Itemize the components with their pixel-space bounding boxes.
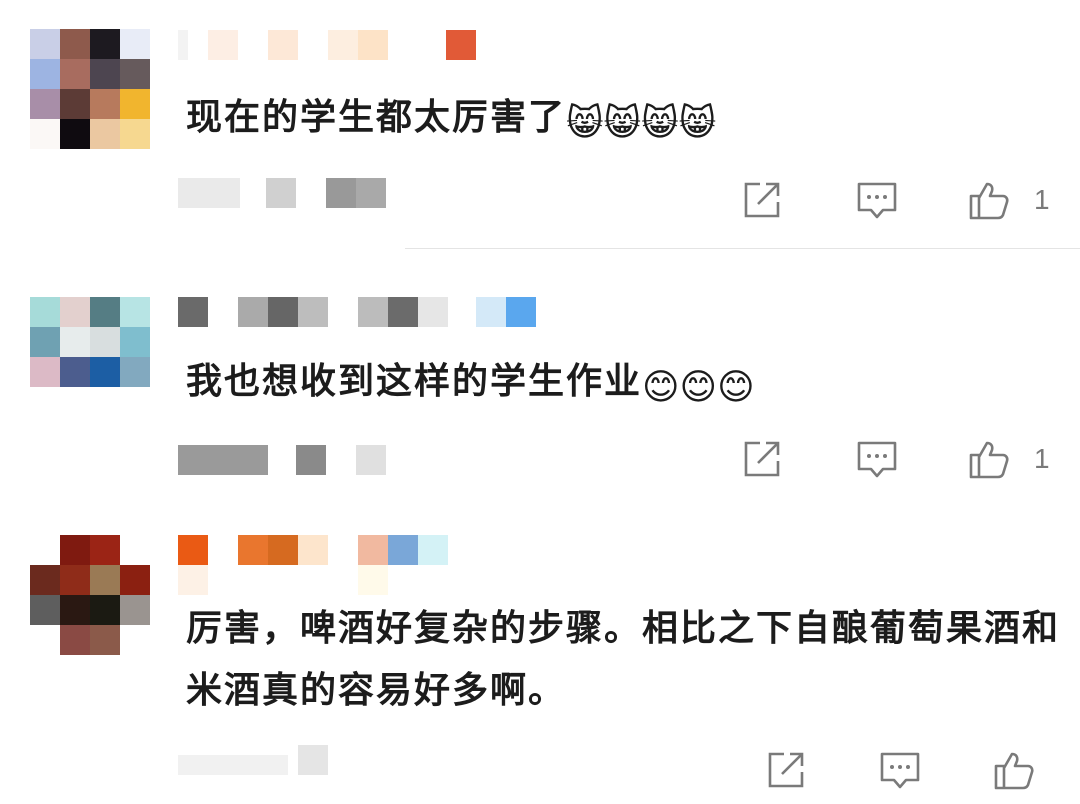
- share-icon[interactable]: [738, 435, 788, 485]
- thumbs-up-icon[interactable]: [965, 176, 1015, 226]
- comment-item: 现在的学生都太厉害了😸😸😸😸 1: [0, 0, 1080, 250]
- cat-face-icon: 😸: [603, 103, 642, 144]
- thumbs-up-icon[interactable]: [990, 746, 1040, 796]
- comment-actions: [0, 746, 1080, 796]
- comment-text: 我也想收到这样的学生作业😊😊😊: [186, 350, 1066, 420]
- avatar[interactable]: [30, 297, 150, 387]
- cat-face-icon: 😸: [641, 103, 679, 144]
- comment-item: 我也想收到这样的学生作业😊😊😊 1: [0, 250, 1080, 510]
- avatar[interactable]: [30, 535, 150, 655]
- comment-icon[interactable]: [853, 176, 903, 226]
- blush-face-icon: 😊: [717, 367, 755, 408]
- thumbs-up-icon[interactable]: [965, 435, 1015, 485]
- cat-face-icon: 😸: [678, 103, 717, 144]
- comment-icon[interactable]: [876, 746, 926, 796]
- comment-actions: 1: [0, 435, 1080, 485]
- username-redacted[interactable]: [178, 30, 488, 90]
- comment-actions: 1: [0, 176, 1080, 226]
- avatar[interactable]: [30, 29, 150, 149]
- comment-divider: [405, 248, 1080, 249]
- comment-text: 厉害，啤酒好复杂的步骤。相比之下自酿葡萄果酒和米酒真的容易好多啊。: [186, 608, 1061, 711]
- like-count: 1: [1034, 443, 1050, 474]
- blush-face-icon: 😊: [642, 367, 680, 408]
- username-redacted[interactable]: [178, 297, 538, 357]
- cat-face-icon: 😸: [566, 103, 604, 144]
- like-count: 1: [1034, 184, 1050, 215]
- comment-item: 厉害，啤酒好复杂的步骤。相比之下自酿葡萄果酒和米酒真的容易好多啊。: [0, 510, 1080, 804]
- share-icon[interactable]: [738, 176, 788, 226]
- share-icon[interactable]: [762, 746, 812, 796]
- comment-icon[interactable]: [853, 435, 903, 485]
- blush-face-icon: 😊: [679, 367, 718, 408]
- comment-text: 现在的学生都太厉害了😸😸😸😸: [186, 86, 1066, 156]
- username-redacted[interactable]: [178, 535, 458, 595]
